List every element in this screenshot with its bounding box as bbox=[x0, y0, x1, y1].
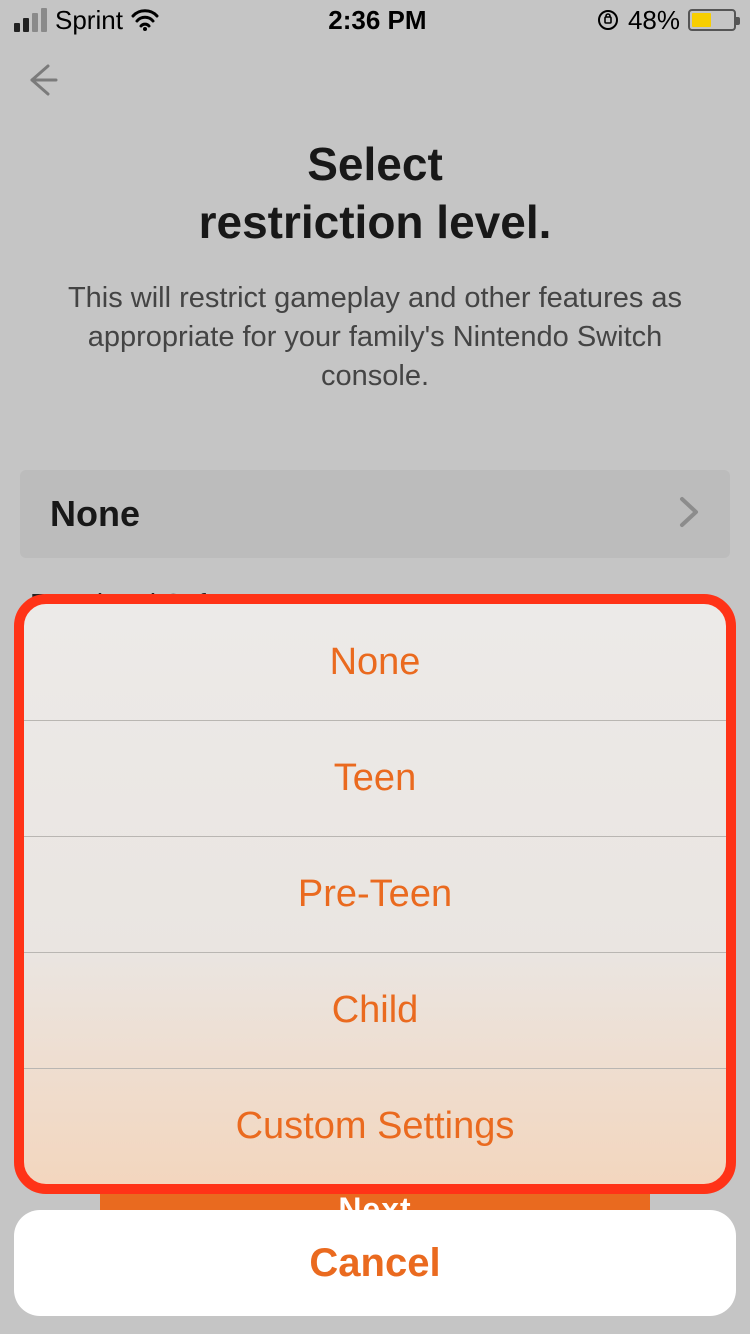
action-sheet: None Teen Pre-Teen Child Custom Settings… bbox=[14, 594, 736, 1316]
status-bar-right: 48% bbox=[596, 5, 736, 36]
battery-percent-label: 48% bbox=[628, 5, 680, 36]
wifi-icon bbox=[131, 9, 159, 31]
page-subtitle: This will restrict gameplay and other fe… bbox=[62, 279, 688, 396]
rotation-lock-icon bbox=[596, 8, 620, 32]
option-custom-settings[interactable]: Custom Settings bbox=[24, 1068, 726, 1184]
arrow-left-icon bbox=[22, 60, 62, 100]
status-bar-left: Sprint bbox=[14, 5, 159, 36]
cancel-button[interactable]: Cancel bbox=[14, 1210, 736, 1316]
battery-icon bbox=[688, 9, 736, 31]
option-none[interactable]: None bbox=[24, 604, 726, 720]
page-title-line1: Select bbox=[307, 138, 443, 190]
carrier-label: Sprint bbox=[55, 5, 123, 36]
cellular-signal-icon bbox=[14, 8, 47, 32]
status-bar: Sprint 2:36 PM 48% bbox=[0, 0, 750, 40]
action-sheet-options: None Teen Pre-Teen Child Custom Settings bbox=[14, 594, 736, 1194]
page-title: Select restriction level. bbox=[0, 136, 750, 251]
back-button[interactable] bbox=[18, 56, 66, 104]
option-child[interactable]: Child bbox=[24, 952, 726, 1068]
chevron-right-icon bbox=[678, 495, 700, 534]
page-title-line2: restriction level. bbox=[199, 196, 552, 248]
status-bar-time: 2:36 PM bbox=[328, 5, 426, 36]
restriction-level-current-label: None bbox=[50, 493, 140, 535]
option-pre-teen[interactable]: Pre-Teen bbox=[24, 836, 726, 952]
restriction-level-selector[interactable]: None bbox=[20, 470, 730, 558]
option-teen[interactable]: Teen bbox=[24, 720, 726, 836]
